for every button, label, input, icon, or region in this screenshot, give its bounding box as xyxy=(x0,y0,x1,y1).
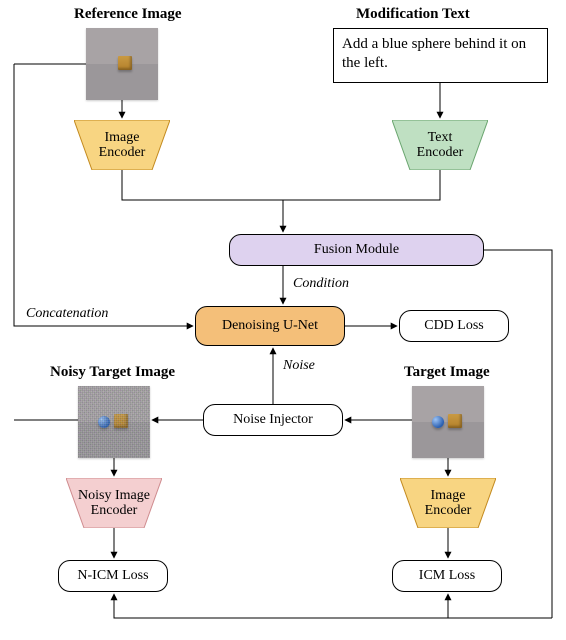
modification-text-box: Add a blue sphere behind it on the left. xyxy=(333,28,548,83)
reference-image xyxy=(86,28,158,100)
edge-label-noise: Noise xyxy=(283,358,315,374)
heading-modification-text: Modification Text xyxy=(356,6,470,23)
noisy-target-image xyxy=(78,386,150,458)
target-image xyxy=(412,386,484,458)
cdd-loss: CDD Loss xyxy=(399,310,509,342)
denoising-unet: Denoising U-Net xyxy=(195,306,345,346)
heading-noisy-target-image: Noisy Target Image xyxy=(50,364,175,381)
cdd-loss-label: CDD Loss xyxy=(424,318,484,333)
fusion-module: Fusion Module xyxy=(229,234,484,266)
text-encoder-label: Text Encoder xyxy=(417,130,464,161)
icm-loss-label: ICM Loss xyxy=(419,568,475,583)
edge-label-concatenation: Concatenation xyxy=(26,306,108,322)
noisy-image-encoder: Noisy Image Encoder xyxy=(66,478,162,528)
target-image-encoder: Image Encoder xyxy=(400,478,496,528)
image-encoder: Image Encoder xyxy=(74,120,170,170)
noise-injector-label: Noise Injector xyxy=(233,412,313,427)
denoising-unet-label: Denoising U-Net xyxy=(222,318,318,333)
nicm-loss-label: N-ICM Loss xyxy=(77,568,148,583)
noisy-image-encoder-label: Noisy Image Encoder xyxy=(78,488,150,519)
heading-target-image: Target Image xyxy=(404,364,490,381)
modification-text-content: Add a blue sphere behind it on the left. xyxy=(342,36,526,71)
edge-label-condition: Condition xyxy=(293,276,349,292)
nicm-loss: N-ICM Loss xyxy=(58,560,168,592)
icm-loss: ICM Loss xyxy=(392,560,502,592)
noise-injector: Noise Injector xyxy=(203,404,343,436)
image-encoder-label: Image Encoder xyxy=(99,130,146,161)
target-image-encoder-label: Image Encoder xyxy=(425,488,472,519)
fusion-module-label: Fusion Module xyxy=(314,242,399,257)
text-encoder: Text Encoder xyxy=(392,120,488,170)
heading-reference-image: Reference Image xyxy=(74,6,182,23)
